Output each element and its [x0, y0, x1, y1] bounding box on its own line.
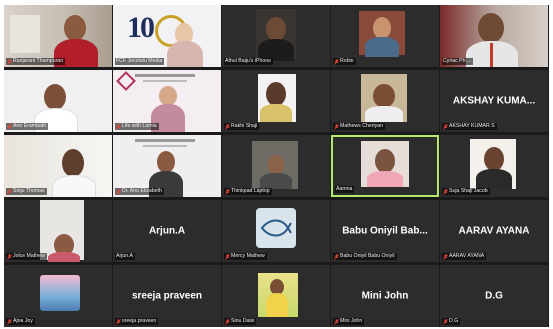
- participant-name-label: Babu Oniyil Babu Oniyil: [333, 253, 397, 260]
- participant-name-label: Ranjarani Thampuran: [6, 58, 66, 65]
- participant-name-label: Life with Lamia: [115, 123, 159, 130]
- muted-mic-icon: [116, 123, 121, 130]
- participant-name-label: Cyriac Ph ...: [442, 58, 474, 65]
- participant-name-label: Aamna: [335, 186, 355, 193]
- muted-mic-icon: [7, 123, 12, 130]
- participant-tile[interactable]: Rakhi Shaji: [222, 70, 330, 132]
- participant-tile[interactable]: Cyriac Ph ...: [440, 5, 548, 67]
- muted-mic-icon: [7, 253, 12, 260]
- fish-icon: [260, 219, 292, 237]
- muted-mic-icon: [334, 318, 339, 325]
- muted-mic-icon: [225, 318, 230, 325]
- participant-tile[interactable]: Ranjarani Thampuran: [4, 5, 112, 67]
- participant-name-overlay: D.G: [485, 290, 503, 302]
- participant-name-label: Sinu Daisi: [224, 318, 257, 325]
- participant-tile[interactable]: Thinkpad Laptop: [222, 135, 330, 197]
- muted-mic-icon: [225, 253, 230, 260]
- participant-tile[interactable]: Athul Baiju's iPhone: [222, 5, 330, 67]
- muted-mic-icon: [116, 188, 121, 195]
- participant-tile[interactable]: 10 FCF Jecolutu Media: [113, 5, 221, 67]
- participant-name-overlay: Mini John: [361, 290, 409, 302]
- participant-tile[interactable]: Jolce Mathew: [4, 200, 112, 262]
- participant-tile[interactable]: sreeja praveen sreeja praveen: [113, 265, 221, 327]
- participant-name-label: Mercy Mathew: [224, 253, 267, 260]
- participant-tile[interactable]: Mini John Mini John: [331, 265, 439, 327]
- participant-name-label: sreeja praveen: [115, 318, 159, 325]
- participant-tile[interactable]: Sinu Daisi: [222, 265, 330, 327]
- participant-name-label: AKSHAY KUMAR S: [442, 123, 497, 130]
- participant-name-label: AARAV AYANA: [442, 253, 487, 260]
- participant-tile[interactable]: Mathews Cheriyan: [331, 70, 439, 132]
- participant-tile[interactable]: D.G D.G: [440, 265, 548, 327]
- participant-tile[interactable]: Dr. Anu Elizabeth: [113, 135, 221, 197]
- participant-name-label: Athul Baiju's iPhone: [224, 58, 273, 65]
- participant-name-label: Dr. Anu Elizabeth: [115, 188, 164, 195]
- muted-mic-icon: [334, 58, 339, 65]
- participant-name-overlay: AKSHAY KUMA...: [452, 95, 536, 107]
- participant-tile-active-speaker[interactable]: Aamna: [331, 135, 439, 197]
- participant-tile[interactable]: Ajna Joy: [4, 265, 112, 327]
- participant-tile[interactable]: Robin: [331, 5, 439, 67]
- participant-tile[interactable]: Sinju Thomas: [4, 135, 112, 197]
- muted-mic-icon: [443, 123, 448, 130]
- participant-name-label: Ann Erambath: [6, 123, 49, 130]
- participant-tile[interactable]: Ann Erambath: [4, 70, 112, 132]
- participant-name-label: Rakhi Shaji: [224, 123, 260, 130]
- participant-name-label: Suja Shaji Jacob: [442, 188, 490, 195]
- participant-tile[interactable]: AARAV AYANA AARAV AYANA: [440, 200, 548, 262]
- participant-name-label: FCF Jecolutu Media: [115, 58, 165, 65]
- muted-mic-icon: [334, 123, 339, 130]
- participant-tile[interactable]: Arjun.A Arjun.A: [113, 200, 221, 262]
- participant-name-label: Robin: [333, 58, 356, 65]
- participant-name-overlay: Arjun.A: [148, 225, 186, 237]
- muted-mic-icon: [334, 253, 339, 260]
- participant-name-overlay: AARAV AYANA: [458, 225, 530, 237]
- participant-name-label: Arjun.A: [115, 253, 136, 260]
- muted-mic-icon: [7, 188, 12, 195]
- participant-tile[interactable]: Suja Shaji Jacob: [440, 135, 548, 197]
- participant-gallery: Ranjarani Thampuran 10 FCF Jecolutu Medi…: [4, 5, 549, 327]
- muted-mic-icon: [7, 58, 12, 65]
- participant-name-label: Mathews Cheriyan: [333, 123, 385, 130]
- muted-mic-icon: [443, 188, 448, 195]
- muted-mic-icon: [225, 188, 230, 195]
- participant-name-label: Thinkpad Laptop: [224, 188, 272, 195]
- participant-tile[interactable]: AKSHAY KUMA... AKSHAY KUMAR S: [440, 70, 548, 132]
- participant-name-overlay: Babu Oniyil Bab...: [342, 225, 428, 237]
- participant-name-label: Mini John: [333, 318, 365, 325]
- participant-tile[interactable]: Babu Oniyil Bab... Babu Oniyil Babu Oniy…: [331, 200, 439, 262]
- muted-mic-icon: [116, 318, 121, 325]
- muted-mic-icon: [443, 318, 448, 325]
- participant-tile[interactable]: Life with Lamia: [113, 70, 221, 132]
- participant-tile[interactable]: Mercy Mathew: [222, 200, 330, 262]
- muted-mic-icon: [443, 253, 448, 260]
- participant-name-label: Jolce Mathew: [6, 253, 47, 260]
- participant-name-label: Ajna Joy: [6, 318, 35, 325]
- participant-name-label: Sinju Thomas: [6, 188, 47, 195]
- participant-name-label: D.G: [442, 318, 461, 325]
- muted-mic-icon: [7, 318, 12, 325]
- participant-name-overlay: sreeja praveen: [131, 290, 203, 302]
- muted-mic-icon: [225, 123, 230, 130]
